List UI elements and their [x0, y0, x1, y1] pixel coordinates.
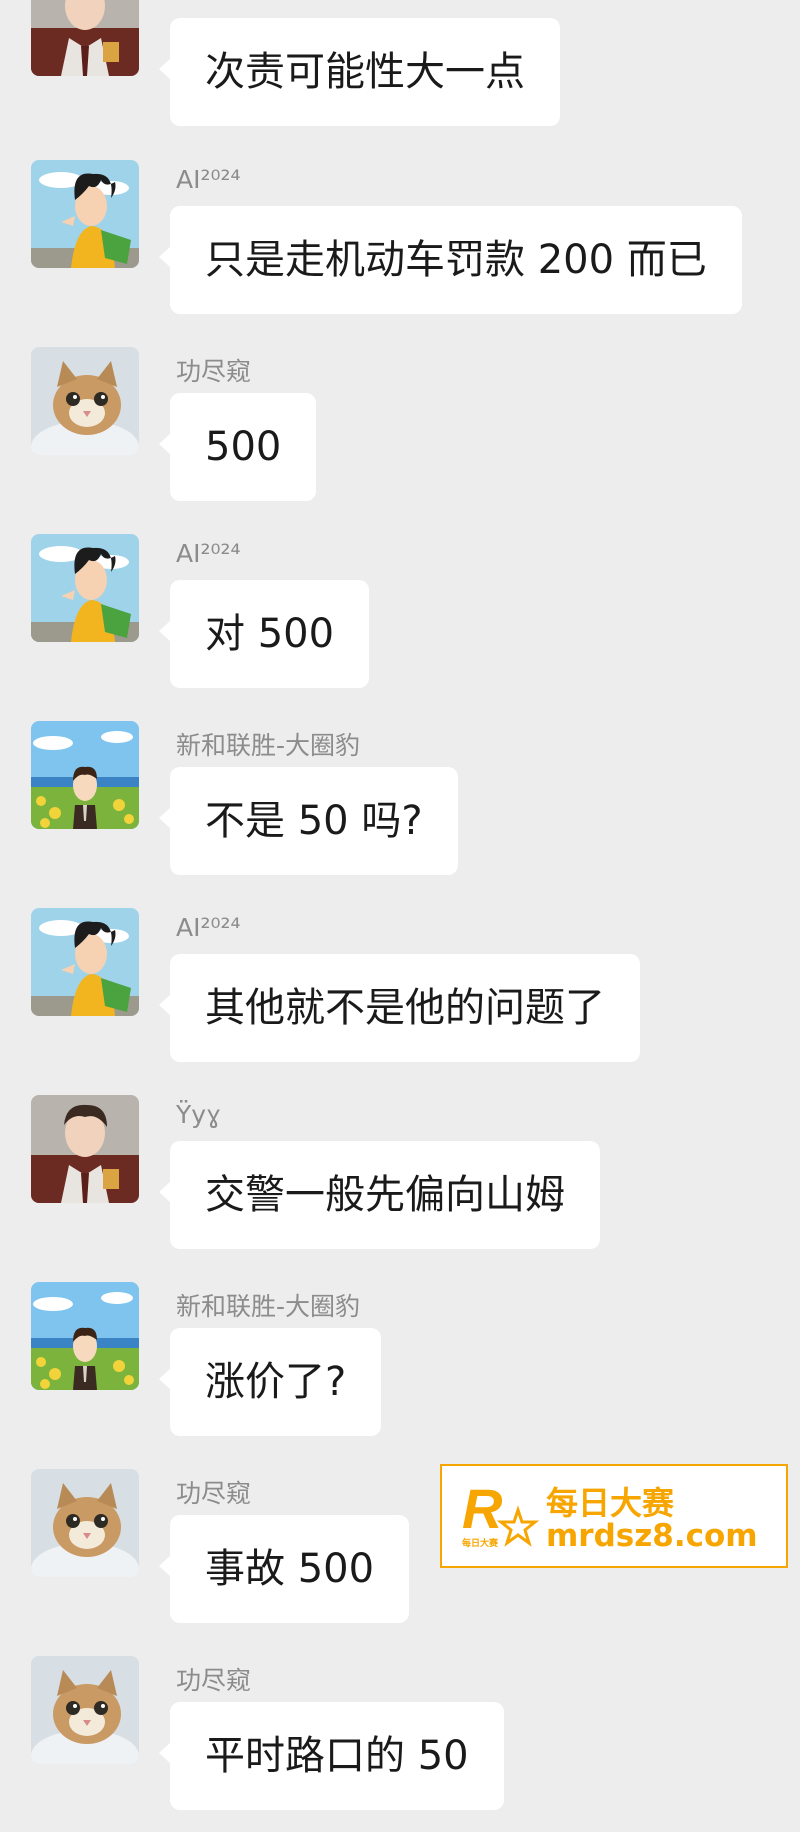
sender-name: 功尽窥 [176, 357, 252, 386]
sender-name: AI²⁰²⁴ [176, 539, 241, 568]
message-bubble[interactable]: 平时路口的 50 [159, 1702, 504, 1810]
sender-name: 功尽窥 [176, 1479, 252, 1508]
avatar[interactable] [31, 534, 139, 642]
message-bubble[interactable]: 不是 50 吗? [159, 767, 458, 875]
message-bubble[interactable]: 只是走机动车罚款 200 而已 [159, 206, 742, 314]
avatar[interactable] [31, 721, 139, 829]
avatar[interactable] [31, 1095, 139, 1203]
sender-name: 新和联胜-大圈豹 [176, 1292, 361, 1321]
avatar[interactable] [31, 0, 139, 76]
avatar[interactable] [31, 160, 139, 268]
message-bubble[interactable]: 次责可能性大一点 [159, 18, 560, 126]
message-bubble[interactable]: 500 [158, 393, 317, 501]
sender-name: 功尽窥 [176, 1666, 252, 1695]
avatar[interactable] [31, 1282, 139, 1390]
sender-name: AI²⁰²⁴ [176, 913, 241, 942]
avatar[interactable] [31, 1469, 139, 1577]
sender-name: Ÿyɣ [176, 1100, 221, 1129]
logo-caption: 每日大赛 [462, 1539, 499, 1549]
sender-name: AI²⁰²⁴ [176, 165, 241, 194]
message-bubble[interactable]: 交警一般先偏向山姆 [159, 1141, 600, 1249]
sender-name: 新和联胜-大圈豹 [176, 731, 361, 760]
watermark-url: mrdsz8.com [546, 1518, 758, 1554]
avatar[interactable] [31, 1656, 139, 1764]
message-bubble[interactable]: 涨价了? [158, 1328, 382, 1436]
message-bubble[interactable]: 事故 500 [158, 1515, 410, 1623]
avatar[interactable] [31, 908, 139, 1016]
avatar[interactable] [31, 347, 139, 455]
message-bubble[interactable]: 其他就不是他的问题了 [159, 954, 640, 1062]
star-icon [496, 1505, 540, 1547]
message-bubble[interactable]: 对 500 [158, 580, 370, 688]
watermark: R 每日大赛 每日大赛 mrdsz8.com [440, 1464, 788, 1568]
logo-letter: R [462, 1477, 503, 1540]
